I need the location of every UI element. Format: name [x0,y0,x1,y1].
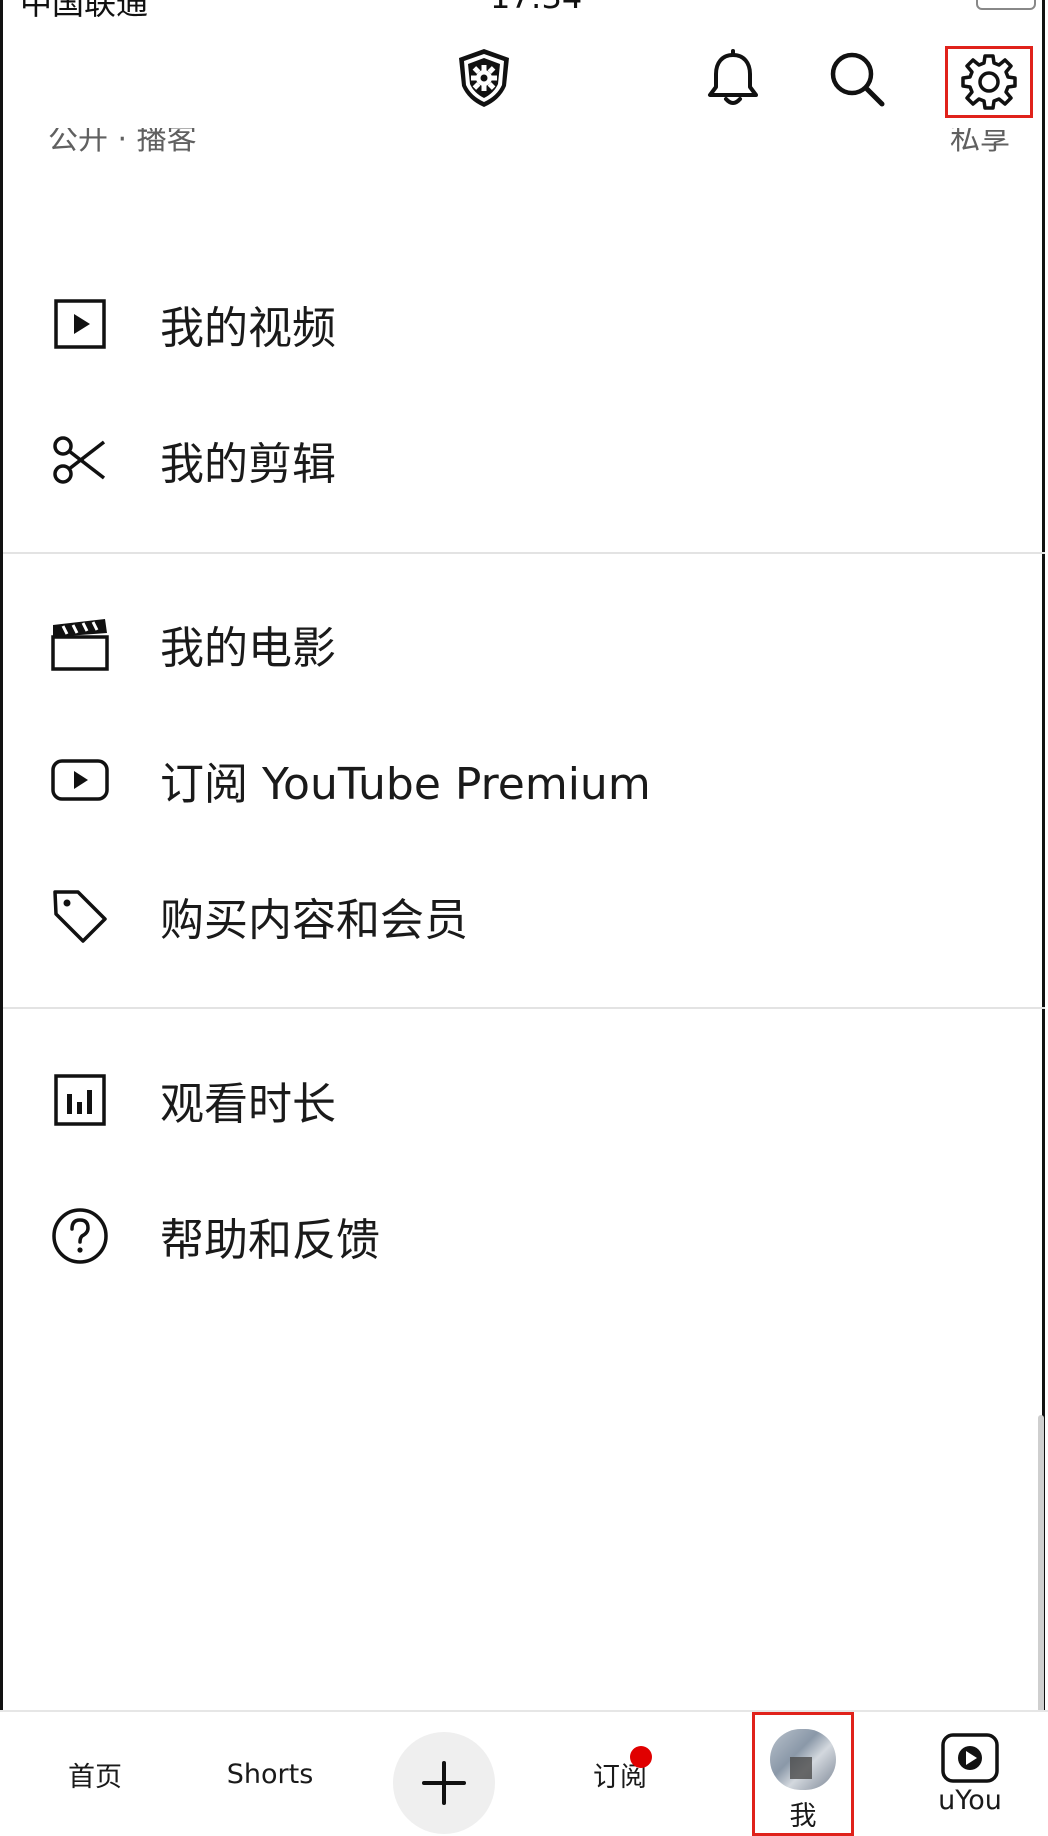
uyou-play-icon [941,1732,999,1783]
create-button[interactable] [393,1732,495,1834]
scrolled-content-peek: 公开 · 播客 私享 [0,128,1048,158]
scissors-icon [50,430,110,490]
section-divider [3,552,1045,554]
battery-icon [976,0,1036,10]
menu-item-purchases[interactable]: 购买内容和会员 [0,856,1048,976]
status-bar: 中国联通 17:34 [0,0,1048,22]
shield-gear-logo-icon[interactable] [452,46,516,110]
peek-text-right: 私享 [950,128,1010,157]
section-divider [3,1007,1045,1009]
menu-item-label: 观看时长 [160,1079,336,1130]
menu-item-help-feedback[interactable]: 帮助和反馈 [0,1176,1048,1296]
play-square-icon [50,294,110,354]
notification-dot [630,1746,652,1768]
menu-item-label: 帮助和反馈 [160,1215,380,1266]
scrollbar[interactable] [1038,1415,1044,1715]
top-app-bar [0,30,1048,130]
settings-gear-icon[interactable] [945,46,1033,118]
menu-item-my-videos[interactable]: 我的视频 [0,264,1048,384]
menu-item-my-clips[interactable]: 我的剪辑 [0,400,1048,520]
tag-icon [50,886,110,946]
menu-item-my-movies[interactable]: 我的电影 [0,584,1048,704]
nav-home[interactable]: 首页 [45,1712,145,1836]
help-circle-icon [50,1206,110,1266]
nav-subscriptions[interactable]: 订阅 [570,1712,670,1836]
nav-me[interactable]: 我 [752,1712,854,1836]
nav-uyou[interactable]: uYou [925,1712,1015,1836]
carrier-label: 中国联通 [20,0,149,22]
plus-icon [422,1761,466,1805]
bar-chart-icon [50,1070,110,1130]
menu-item-label: 我的电影 [160,623,336,674]
clapperboard-icon [50,614,110,674]
nav-me-label: 我 [789,1801,817,1832]
nav-home-label: 首页 [68,1761,122,1793]
notifications-bell-icon[interactable] [698,44,768,114]
clock-label: 17:34 [490,0,582,16]
nav-uyou-label: uYou [938,1784,1002,1816]
search-icon[interactable] [822,44,892,114]
menu-item-watch-time[interactable]: 观看时长 [0,1040,1048,1160]
menu-item-label: 购买内容和会员 [160,895,468,946]
peek-text-left: 公开 · 播客 [48,128,197,157]
youtube-play-icon [50,750,110,810]
menu-item-youtube-premium[interactable]: 订阅 YouTube Premium [0,720,1048,840]
nav-shorts-label: Shorts [226,1758,314,1790]
nav-shorts[interactable]: Shorts [205,1712,335,1836]
avatar [770,1729,836,1790]
bottom-navigation: 首页 Shorts 订阅 我 uYou [0,1710,1048,1836]
menu-item-label: 我的剪辑 [160,439,336,490]
menu-item-label: 订阅 YouTube Premium [160,759,651,810]
menu-item-label: 我的视频 [160,303,336,354]
